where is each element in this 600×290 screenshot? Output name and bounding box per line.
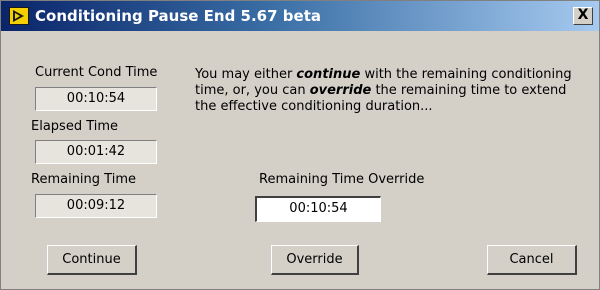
instruction-message: You may either continue with the remaini… (195, 67, 591, 115)
elapsed-time-label: Elapsed Time (31, 119, 119, 134)
remaining-time-override-input[interactable]: 00:10:54 (255, 196, 381, 222)
close-button[interactable]: X (573, 7, 593, 25)
message-text-1: You may either (195, 67, 297, 82)
title-bar[interactable]: Conditioning Pause End 5.67 beta X (1, 1, 599, 31)
remaining-time-label: Remaining Time (31, 172, 136, 187)
current-cond-time-readout: 00:10:54 (35, 87, 157, 111)
message-emphasis-continue: continue (296, 67, 361, 82)
override-button[interactable]: Override (271, 245, 359, 275)
elapsed-time-readout: 00:01:42 (35, 140, 157, 164)
dialog-window: Conditioning Pause End 5.67 beta X Curre… (0, 0, 600, 290)
cancel-button[interactable]: Cancel (487, 245, 577, 275)
close-icon: X (577, 7, 589, 23)
message-emphasis-override: override (309, 83, 372, 98)
remaining-time-override-label: Remaining Time Override (259, 172, 425, 187)
current-cond-time-label: Current Cond Time (35, 65, 158, 80)
remaining-time-readout: 00:09:12 (35, 194, 157, 218)
window-title: Conditioning Pause End 5.67 beta (35, 7, 321, 25)
labview-run-arrow-icon (9, 7, 29, 25)
continue-button[interactable]: Continue (47, 245, 137, 275)
